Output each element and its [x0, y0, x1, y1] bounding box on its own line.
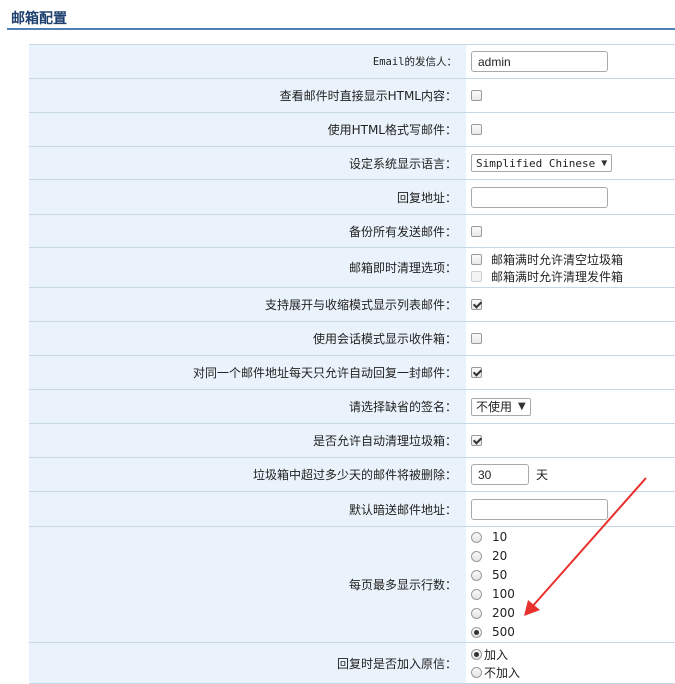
row-compose-html: 使用HTML格式写邮件： [29, 113, 675, 147]
signature-select[interactable]: 不使用 ▼ [471, 397, 531, 416]
rows-option-label: 200 [492, 606, 515, 620]
quote-radio[interactable] [471, 648, 482, 660]
chevron-down-icon: ▼ [601, 157, 608, 169]
rows-option-20: 20 [471, 547, 507, 566]
quote-option-label: 加入 [484, 647, 509, 662]
sender-label: Email的发信人： [372, 56, 457, 68]
rows-option-500: 500 [471, 623, 515, 642]
rows-option-label: 50 [492, 568, 508, 582]
rows-option-label: 100 [492, 587, 515, 601]
quote-option-label: 不加入 [484, 665, 521, 680]
cleanup-option-sent: 邮箱满时允许清理发件箱 [471, 268, 623, 285]
language-select[interactable]: Simplified Chinese ▼ [471, 154, 613, 172]
rows-option-label: 500 [492, 625, 515, 639]
chevron-down-icon: ▼ [518, 401, 526, 412]
collapse-list-checkbox[interactable] [471, 299, 482, 310]
rows-radio[interactable] [471, 531, 482, 543]
signature-selected: 不使用 [476, 400, 513, 414]
language-label: 设定系统显示语言： [348, 156, 457, 171]
reply-to-label: 回复地址： [396, 190, 457, 205]
rows-radio[interactable] [471, 607, 482, 619]
rows-per-page-label: 每页最多显示行数： [348, 578, 457, 592]
cleanup-trash-checkbox[interactable] [471, 253, 482, 265]
rows-radio[interactable] [471, 550, 482, 562]
collapse-list-label: 支持展开与收缩模式显示列表邮件： [264, 298, 457, 312]
row-signature: 请选择缺省的签名： 不使用 ▼ [29, 390, 675, 424]
quote-option-exclude: 不加入 [471, 663, 520, 681]
trash-days-label: 垃圾箱中超过多少天的邮件将被删除： [252, 468, 457, 482]
cleanup-option-trash: 邮箱满时允许清空垃圾箱 [471, 251, 623, 268]
show-html-checkbox[interactable] [471, 90, 482, 101]
row-bcc: 默认暗送邮件地址： [29, 492, 675, 527]
row-conversation-mode: 使用会话模式显示收件箱： [29, 322, 675, 356]
signature-label: 请选择缺省的签名： [348, 400, 457, 414]
row-trash-days: 垃圾箱中超过多少天的邮件将被删除： 天 [29, 458, 675, 492]
conversation-mode-label: 使用会话模式显示收件箱： [312, 332, 457, 346]
rows-radio[interactable] [471, 569, 482, 581]
rows-per-page-group: 10 20 50 100 200 500 [466, 527, 675, 642]
compose-html-checkbox[interactable] [471, 124, 482, 135]
rows-option-50: 50 [471, 566, 507, 585]
sender-input[interactable] [471, 51, 608, 72]
quote-radio[interactable] [471, 666, 482, 678]
show-html-label: 查看邮件时直接显示HTML内容： [279, 89, 457, 103]
rows-option-label: 10 [492, 530, 508, 544]
settings-form: Email的发信人： 查看邮件时直接显示HTML内容： 使用HTML格式写邮件：… [29, 44, 675, 684]
row-language: 设定系统显示语言： Simplified Chinese ▼ [29, 147, 675, 180]
cleanup-sent-label: 邮箱满时允许清理发件箱 [491, 269, 624, 284]
auto-clean-trash-label: 是否允许自动清理垃圾箱： [312, 434, 457, 448]
row-collapse-list: 支持展开与收缩模式显示列表邮件： [29, 288, 675, 322]
rows-option-100: 100 [471, 585, 515, 604]
rows-option-label: 20 [492, 549, 508, 563]
row-sender: Email的发信人： [29, 45, 675, 79]
auto-reply-once-label: 对同一个邮件地址每天只允许自动回复一封邮件： [192, 366, 457, 380]
backup-sent-label: 备份所有发送邮件： [348, 224, 457, 239]
row-auto-reply-once: 对同一个邮件地址每天只允许自动回复一封邮件： [29, 356, 675, 390]
quote-option-include: 加入 [471, 645, 508, 663]
reply-to-input[interactable] [471, 186, 608, 208]
backup-sent-checkbox[interactable] [471, 225, 482, 237]
trash-days-unit: 天 [536, 468, 549, 482]
row-quote-original: 回复时是否加入原信： 加入 不加入 [29, 643, 675, 684]
bcc-input[interactable] [471, 498, 608, 520]
bcc-label: 默认暗送邮件地址： [348, 502, 457, 517]
page-title: 邮箱配置 [11, 11, 67, 27]
rows-option-10: 10 [471, 528, 507, 547]
row-backup-sent: 备份所有发送邮件： [29, 215, 675, 248]
row-auto-clean-trash: 是否允许自动清理垃圾箱： [29, 424, 675, 458]
row-rows-per-page: 每页最多显示行数： 10 20 50 100 200 500 [29, 527, 675, 643]
compose-html-label: 使用HTML格式写邮件： [327, 123, 457, 137]
trash-days-input[interactable] [471, 464, 529, 485]
language-selected: Simplified Chinese [476, 156, 596, 170]
cleanup-label: 邮箱即时清理选项： [348, 261, 457, 275]
cleanup-sent-checkbox [471, 270, 482, 282]
cleanup-trash-label: 邮箱满时允许清空垃圾箱 [491, 252, 624, 267]
rows-radio[interactable] [471, 588, 482, 600]
rows-option-200: 200 [471, 604, 515, 623]
row-show-html: 查看邮件时直接显示HTML内容： [29, 79, 675, 113]
quote-original-group: 加入 不加入 [466, 643, 675, 683]
row-reply-to: 回复地址： [29, 180, 675, 215]
auto-clean-trash-checkbox[interactable] [471, 435, 482, 446]
row-cleanup: 邮箱即时清理选项： 邮箱满时允许清空垃圾箱 邮箱满时允许清理发件箱 [29, 248, 675, 288]
auto-reply-once-checkbox[interactable] [471, 367, 482, 378]
title-divider [7, 28, 675, 30]
conversation-mode-checkbox[interactable] [471, 333, 482, 344]
rows-radio[interactable] [471, 626, 482, 638]
quote-original-label: 回复时是否加入原信： [336, 656, 457, 671]
